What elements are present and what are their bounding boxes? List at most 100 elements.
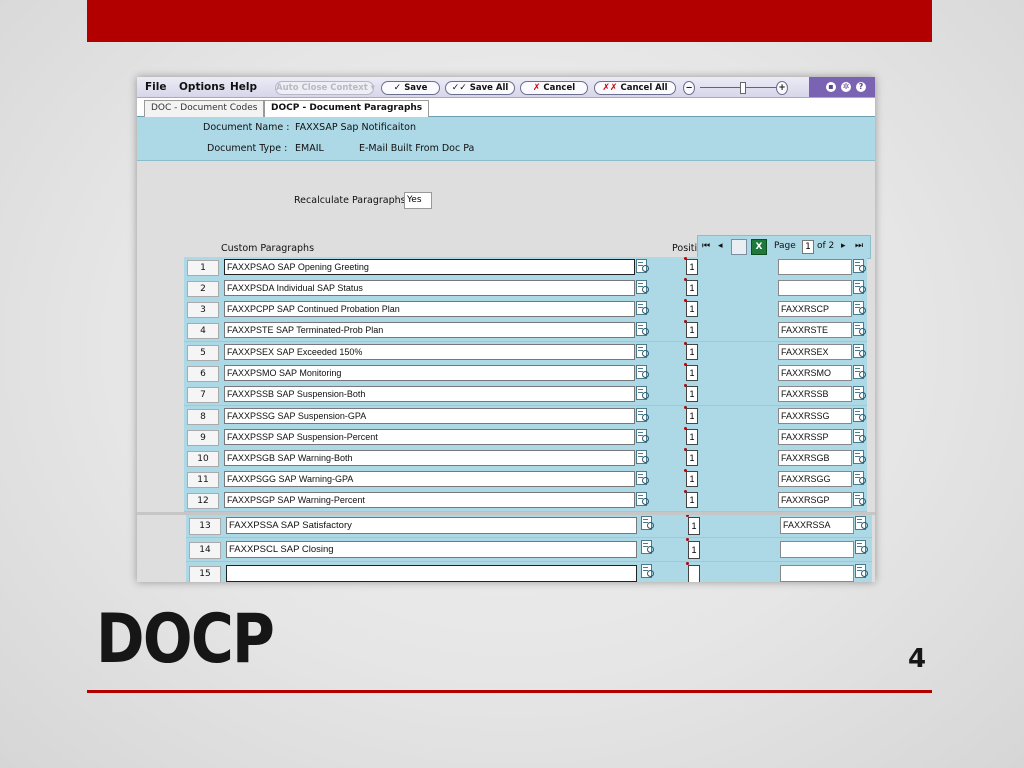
custom-paragraph-field[interactable]: FAXXPCPP SAP Continued Probation Plan [224,301,635,317]
position-field[interactable]: 1 [686,408,698,424]
position-field[interactable]: 1 [688,517,700,535]
row-number[interactable]: 2 [187,281,219,297]
paragraph-lookup-icon[interactable] [641,564,654,579]
position-field[interactable]: 1 [686,386,698,402]
custom-paragraph-field[interactable]: FAXXPSGG SAP Warning-GPA [224,471,635,487]
custom-paragraph-field[interactable]: FAXXPSSB SAP Suspension-Both [224,386,635,402]
row-number[interactable]: 10 [187,451,219,467]
paragraph-lookup-icon[interactable] [636,259,649,274]
save-button[interactable]: ✓ Save [381,81,440,95]
paragraph-lookup-icon[interactable] [636,471,649,486]
rule-code-field[interactable]: FAXXRSCP [778,301,852,317]
rule-code-field[interactable]: FAXXRSSG [778,408,852,424]
rule-lookup-icon[interactable] [853,429,866,444]
recalculate-paragraphs-field[interactable]: Yes [404,192,432,209]
auto-close-context-select[interactable]: Auto Close Context ▾ [275,81,375,95]
rule-lookup-icon[interactable] [853,301,866,316]
position-field[interactable]: 1 [686,365,698,381]
custom-paragraph-field[interactable]: FAXXPSCL SAP Closing [226,541,637,558]
excel-export-icon[interactable]: X [751,239,767,255]
menu-help[interactable]: Help [230,81,257,93]
row-number[interactable]: 14 [189,542,221,559]
cancel-button[interactable]: ✗ Cancel [520,81,588,95]
tab-doc-document-codes[interactable]: DOC - Document Codes [144,100,265,117]
page-number-input[interactable]: 1 [802,240,814,254]
row-number[interactable]: 4 [187,323,219,339]
rule-lookup-icon[interactable] [853,344,866,359]
custom-paragraph-field[interactable]: FAXXPSSA SAP Satisfactory [226,517,637,534]
row-number[interactable]: 13 [189,518,221,535]
custom-paragraph-field[interactable]: FAXXPSTE SAP Terminated-Prob Plan [224,322,635,338]
rule-code-field[interactable]: FAXXRSGB [778,450,852,466]
row-number[interactable]: 3 [187,302,219,318]
row-number[interactable]: 12 [187,493,219,509]
zoom-slider-handle[interactable] [740,82,746,94]
row-number[interactable]: 1 [187,260,219,276]
rule-lookup-icon[interactable] [853,450,866,465]
rule-code-field[interactable] [778,280,852,296]
last-page-icon[interactable]: ⏭ [855,241,863,251]
help-icon[interactable]: ? [856,82,866,92]
rule-code-field[interactable]: FAXXRSMO [778,365,852,381]
rule-lookup-icon[interactable] [853,408,866,423]
rule-lookup-icon[interactable] [855,516,868,531]
prev-page-icon[interactable]: ◂ [718,241,723,251]
grid-view-icon[interactable] [731,239,747,255]
row-number[interactable]: 8 [187,409,219,425]
rule-code-field[interactable] [780,565,854,582]
rule-lookup-icon[interactable] [853,259,866,274]
paragraph-lookup-icon[interactable] [636,344,649,359]
zoom-in-icon[interactable]: + [776,81,788,95]
rule-code-field[interactable]: FAXXRSGG [778,471,852,487]
rule-code-field[interactable]: FAXXRSSP [778,429,852,445]
rule-code-field[interactable]: FAXXRSGP [778,492,852,508]
position-field[interactable]: 1 [686,280,698,296]
paragraph-lookup-icon[interactable] [636,386,649,401]
custom-paragraph-field[interactable]: FAXXPSEX SAP Exceeded 150% [224,344,635,360]
tab-docp-document-paragraphs[interactable]: DOCP - Document Paragraphs [264,100,430,118]
paragraph-lookup-icon[interactable] [636,429,649,444]
row-number[interactable]: 6 [187,366,219,382]
row-number[interactable]: 7 [187,387,219,403]
zoom-out-icon[interactable]: − [683,81,695,95]
rule-lookup-icon[interactable] [853,471,866,486]
menu-file[interactable]: File [145,81,167,93]
custom-paragraph-field[interactable]: FAXXPSSG SAP Suspension-GPA [224,408,635,424]
rule-lookup-icon[interactable] [855,564,868,579]
custom-paragraph-field[interactable]: FAXXPSGP SAP Warning-Percent [224,492,635,508]
position-field[interactable]: 1 [686,450,698,466]
save-all-button[interactable]: ✓✓ Save All [445,81,515,95]
settings-icon[interactable]: ✲ [841,82,851,92]
rule-lookup-icon[interactable] [853,322,866,337]
rule-lookup-icon[interactable] [855,540,868,555]
position-field[interactable]: 1 [686,429,698,445]
paragraph-lookup-icon[interactable] [641,540,654,555]
paragraph-lookup-icon[interactable] [636,365,649,380]
rule-lookup-icon[interactable] [853,365,866,380]
rule-code-field[interactable]: FAXXRSSA [780,517,854,534]
position-field[interactable]: 1 [686,301,698,317]
position-field[interactable]: 1 [686,492,698,508]
position-field[interactable]: 1 [686,344,698,360]
paragraph-lookup-icon[interactable] [636,408,649,423]
row-number[interactable]: 11 [187,472,219,488]
rule-code-field[interactable] [778,259,852,275]
paragraph-lookup-icon[interactable] [636,450,649,465]
menu-options[interactable]: Options [179,81,225,93]
position-field[interactable]: 1 [688,541,700,559]
paragraph-lookup-icon[interactable] [636,280,649,295]
custom-paragraph-field[interactable]: FAXXPSDA Individual SAP Status [224,280,635,296]
custom-paragraph-field[interactable] [226,565,637,582]
custom-paragraph-field[interactable]: FAXXPSSP SAP Suspension-Percent [224,429,635,445]
paragraph-lookup-icon[interactable] [636,322,649,337]
rule-lookup-icon[interactable] [853,492,866,507]
rule-lookup-icon[interactable] [853,280,866,295]
paragraph-lookup-icon[interactable] [636,301,649,316]
rule-lookup-icon[interactable] [853,386,866,401]
rule-code-field[interactable]: FAXXRSSB [778,386,852,402]
print-icon[interactable]: ▪ [826,82,836,92]
position-field[interactable]: 1 [686,322,698,338]
zoom-slider-track[interactable] [700,87,776,88]
row-number[interactable]: 15 [189,566,221,582]
cancel-all-button[interactable]: ✗✗ Cancel All [594,81,676,95]
